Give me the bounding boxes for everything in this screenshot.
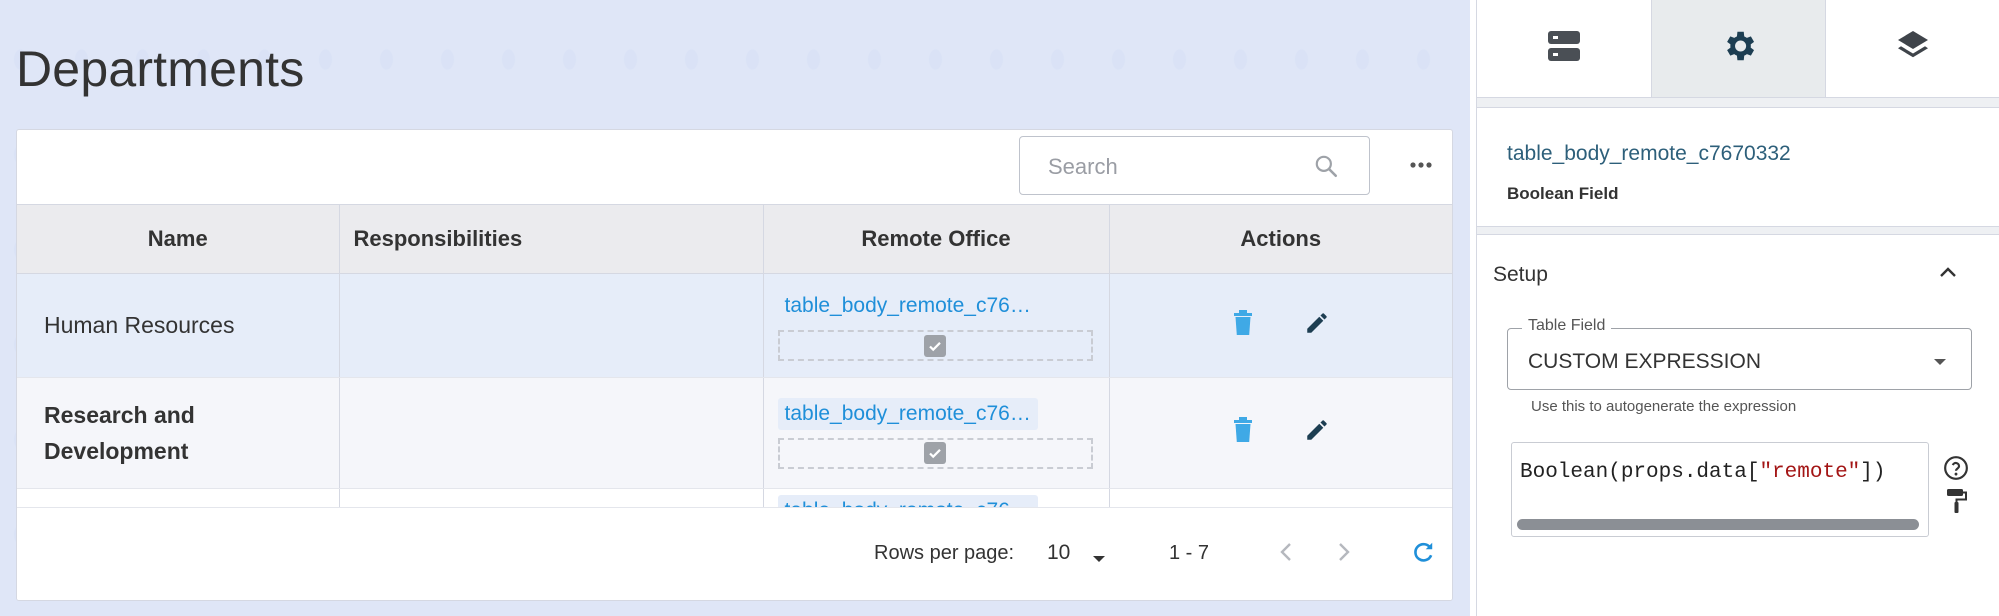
- caret-down-icon[interactable]: [1092, 550, 1106, 568]
- chevron-up-icon[interactable]: [1939, 265, 1957, 283]
- cell-name: Human Resources: [17, 273, 340, 378]
- cell-actions: [1109, 273, 1452, 378]
- table-field-select[interactable]: Table Field CUSTOM EXPRESSION: [1507, 317, 1972, 390]
- remote-field-chip[interactable]: table_body_remote_c76…: [777, 290, 1038, 322]
- database-icon: [1546, 29, 1582, 68]
- more-horizontal-icon[interactable]: [1404, 150, 1438, 180]
- table-header-row: Name Responsibilities Remote Office Acti…: [17, 204, 1452, 274]
- properties-panel: table_body_remote_c7670332 Boolean Field…: [1476, 0, 1999, 616]
- gear-icon: [1720, 27, 1758, 70]
- table-row[interactable]: Human Resources table_body_remote_c76…: [17, 273, 1452, 378]
- chevron-right-icon[interactable]: [1337, 541, 1351, 568]
- remote-checkbox-wrapper: [777, 330, 1093, 361]
- trash-icon[interactable]: [1232, 417, 1254, 449]
- remote-checkbox-wrapper: [777, 437, 1093, 469]
- refresh-icon[interactable]: [1410, 539, 1436, 570]
- panel-separator: [1477, 98, 1999, 108]
- setup-section: Setup Table Field CUSTOM EXPRESSION Use …: [1477, 235, 1999, 595]
- chevron-left-icon[interactable]: [1279, 541, 1293, 568]
- cell-responsibilities: [339, 377, 764, 489]
- remote-field-chip[interactable]: table_body_remote_c76…: [777, 397, 1038, 430]
- code-prefix: Boolean(props.data[: [1520, 461, 1760, 484]
- field-type: Boolean Field: [1507, 184, 1619, 203]
- expression-code: Boolean(props.data["remote"]): [1520, 461, 1886, 484]
- pencil-icon[interactable]: [1304, 417, 1330, 449]
- checkbox-checked-icon[interactable]: [924, 334, 946, 357]
- cell-actions: [1109, 377, 1452, 489]
- search-icon[interactable]: [1313, 153, 1339, 179]
- help-circle-icon[interactable]: [1943, 455, 1969, 486]
- canvas-area: Departments Name Responsibilities Re: [0, 0, 1470, 616]
- table-field-value: CUSTOM EXPRESSION: [1528, 350, 1761, 373]
- column-header-name[interactable]: Name: [17, 204, 340, 274]
- layers-icon: [1895, 28, 1931, 69]
- table-field-helper: Use this to autogenerate the expression: [1531, 398, 1797, 415]
- rows-per-page-select[interactable]: 10: [1047, 541, 1070, 565]
- format-paint-icon[interactable]: [1946, 488, 1968, 519]
- pencil-icon[interactable]: [1304, 310, 1330, 342]
- table-row[interactable]: Research and Development table_body_remo…: [17, 377, 1452, 489]
- caret-down-icon[interactable]: [1933, 353, 1947, 371]
- cell-remote-office: table_body_remote_c76…: [763, 273, 1110, 378]
- column-header-remote-office[interactable]: Remote Office: [763, 204, 1110, 274]
- tab-settings[interactable]: [1651, 0, 1827, 97]
- panel-tabs: [1477, 0, 1999, 98]
- search-input[interactable]: [1046, 153, 1310, 181]
- column-header-responsibilities[interactable]: Responsibilities: [339, 204, 764, 274]
- search-box[interactable]: [1019, 136, 1370, 195]
- column-header-actions: Actions: [1109, 204, 1452, 274]
- panel-separator: [1477, 227, 1999, 235]
- code-suffix: ]): [1860, 461, 1886, 484]
- rows-per-page-label: Rows per page:: [874, 542, 1015, 564]
- departments-table: Name Responsibilities Remote Office Acti…: [17, 204, 1452, 535]
- table-field-label: Table Field: [1522, 317, 1612, 335]
- tab-data[interactable]: [1477, 0, 1652, 97]
- checkbox-checked-icon[interactable]: [924, 442, 946, 464]
- table-card: Name Responsibilities Remote Office Acti…: [16, 129, 1453, 601]
- table-toolbar: [17, 130, 1452, 204]
- horizontal-scrollbar[interactable]: [1517, 519, 1919, 530]
- tab-layers[interactable]: [1826, 0, 1999, 97]
- expression-editor[interactable]: Boolean(props.data["remote"]): [1511, 442, 1929, 537]
- cell-name: Research and Development: [17, 377, 340, 489]
- page-title: Departments: [16, 41, 305, 97]
- pagination-bar: Rows per page: 10 1 - 7: [17, 507, 1452, 600]
- setup-title[interactable]: Setup: [1493, 263, 1548, 287]
- pagination-range: 1 - 7: [1169, 542, 1210, 564]
- cell-responsibilities: [339, 273, 764, 378]
- code-string: "remote": [1759, 461, 1861, 484]
- field-info: table_body_remote_c7670332 Boolean Field: [1477, 108, 1999, 227]
- field-id: table_body_remote_c7670332: [1507, 142, 1791, 165]
- cell-remote-office: table_body_remote_c76…: [763, 377, 1110, 489]
- trash-icon[interactable]: [1232, 309, 1254, 342]
